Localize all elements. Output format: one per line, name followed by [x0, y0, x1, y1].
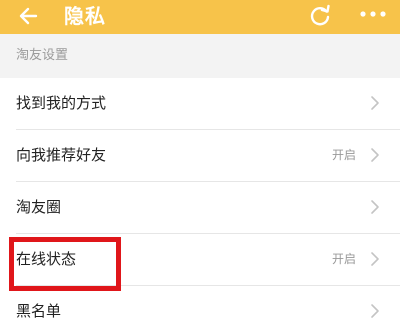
section-header-label: 淘友设置 [16, 48, 69, 63]
back-arrow-icon[interactable] [16, 3, 42, 29]
chevron-right-icon [371, 148, 379, 162]
settings-row-find-me[interactable]: 找到我的方式 [0, 78, 400, 129]
settings-row-label: 黑名单 [16, 302, 62, 320]
highlight-box [9, 237, 121, 291]
top-bar: 隐私 [0, 0, 400, 34]
privacy-settings-screen: 隐私 淘友设置 找到我的方式 向我推荐好友 开启 淘友圈 在线状态 开启 黑名单 [0, 0, 400, 328]
page-title: 隐私 [64, 4, 106, 28]
refresh-icon[interactable] [307, 2, 333, 28]
settings-row-label: 找到我的方式 [16, 94, 107, 112]
more-dots-icon[interactable] [358, 4, 388, 24]
settings-row-label: 向我推荐好友 [16, 146, 107, 164]
settings-row-blacklist[interactable]: 黑名单 [0, 286, 400, 328]
section-header: 淘友设置 [0, 34, 400, 78]
chevron-right-icon [371, 252, 379, 266]
settings-row-friend-circle[interactable]: 淘友圈 [0, 182, 400, 233]
chevron-right-icon [371, 304, 379, 318]
settings-row-label: 淘友圈 [16, 198, 62, 216]
settings-row-recommend-friends[interactable]: 向我推荐好友 开启 [0, 130, 400, 181]
settings-row-value: 开启 [331, 252, 356, 266]
chevron-right-icon [371, 200, 379, 214]
chevron-right-icon [371, 96, 379, 110]
settings-row-value: 开启 [331, 148, 356, 162]
